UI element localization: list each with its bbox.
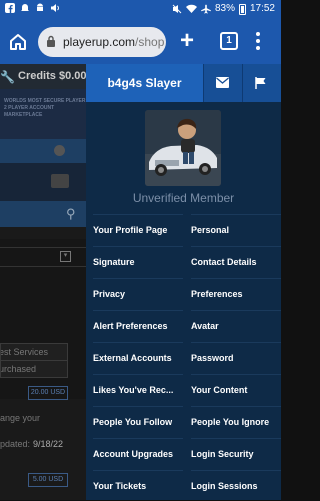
lock-icon [47,35,55,47]
menu-item-external-accounts[interactable]: External Accounts [93,342,183,373]
android-icon [37,3,43,12]
credits-label: Credits $0.00 [18,70,86,82]
username[interactable]: b4g4s Slayer [86,64,203,102]
menu-item-people-you-follow[interactable]: People You Follow [93,406,183,437]
status-bar: 83% 17:52 [0,0,281,20]
notification-icon [21,4,29,11]
bg-strip [0,163,86,201]
battery-icon [238,3,246,15]
envelope-icon [216,77,229,88]
mute-icon [172,4,182,14]
flag-icon [255,77,266,89]
bg-updated-value: 9/18/22 [33,439,64,449]
bg-price: 20.00 USD [28,386,68,400]
bg-price: 5.00 USD [28,473,68,487]
menu-item-account-upgrades[interactable]: Account Upgrades [93,438,183,469]
menu-item-password[interactable]: Password [191,342,281,373]
tab-switcher-button[interactable]: 1 [220,32,238,50]
menu-item-personal[interactable]: Personal [191,214,281,245]
menu-item-signature[interactable]: Signature [93,246,183,277]
menu-item-avatar[interactable]: Avatar [191,310,281,341]
volume-icon [51,4,59,12]
avatar[interactable] [145,110,221,186]
wrench-icon: 🔧 [0,70,15,84]
background-page: 🔧 Credits $0.00 WORLDS MOST SECURE PLAYE… [0,64,86,500]
menu-item-preferences[interactable]: Preferences [191,278,281,309]
menu-item-likes-received[interactable]: Likes You've Rec... [93,374,183,405]
thumbnail-image [51,174,69,188]
member-status: Unverified Member [132,191,235,205]
wifi-icon [185,4,197,13]
drawer-header: b4g4s Slayer [86,64,281,102]
bg-box: est Services [0,343,68,361]
menu-item-privacy[interactable]: Privacy [93,278,183,309]
bg-select [0,247,86,267]
home-icon[interactable] [8,32,28,52]
menu-item-login-security[interactable]: Login Security [191,438,281,469]
menu-item-alert-preferences[interactable]: Alert Preferences [93,310,183,341]
alerts-button[interactable] [242,64,281,102]
menu-item-login-sessions[interactable]: Login Sessions [191,470,281,501]
url-path: /shop [135,35,165,49]
url-domain: playerup.com [63,35,136,49]
bg-box: urchased [0,360,68,378]
circle-icon [54,145,65,156]
menu-item-your-content[interactable]: Your Content [191,374,281,405]
airplane-icon [201,4,211,14]
more-menu-icon[interactable] [255,32,261,52]
bg-text: ange your [0,413,41,423]
conversations-button[interactable] [203,64,242,102]
clock: 17:52 [249,3,275,14]
account-drawer: b4g4s Slayer Unverified Member Your Prof… [86,64,281,500]
menu-item-your-profile-page[interactable]: Your Profile Page [93,214,183,245]
menu-item-your-tickets[interactable]: Your Tickets [93,470,183,501]
dropdown-icon: ▾ [60,251,71,262]
bg-strip [0,139,86,163]
menu-item-contact-details[interactable]: Contact Details [191,246,281,277]
url-text: playerup.com/shop [63,35,164,49]
search-icon: ⚲ [66,206,76,221]
menu-item-people-you-ignore[interactable]: People You Ignore [191,406,281,437]
battery-percent: 83% [214,3,235,14]
banner-text: WORLDS MOST SECURE PLAYER 2 PLAYER ACCOU… [4,98,86,118]
facebook-icon [5,3,15,13]
url-bar[interactable]: playerup.com/shop [38,27,166,57]
bg-updated-label: pdated: [0,439,31,449]
browser-toolbar: playerup.com/shop + 1 [0,20,281,64]
new-tab-plus-icon[interactable]: + [180,28,194,54]
